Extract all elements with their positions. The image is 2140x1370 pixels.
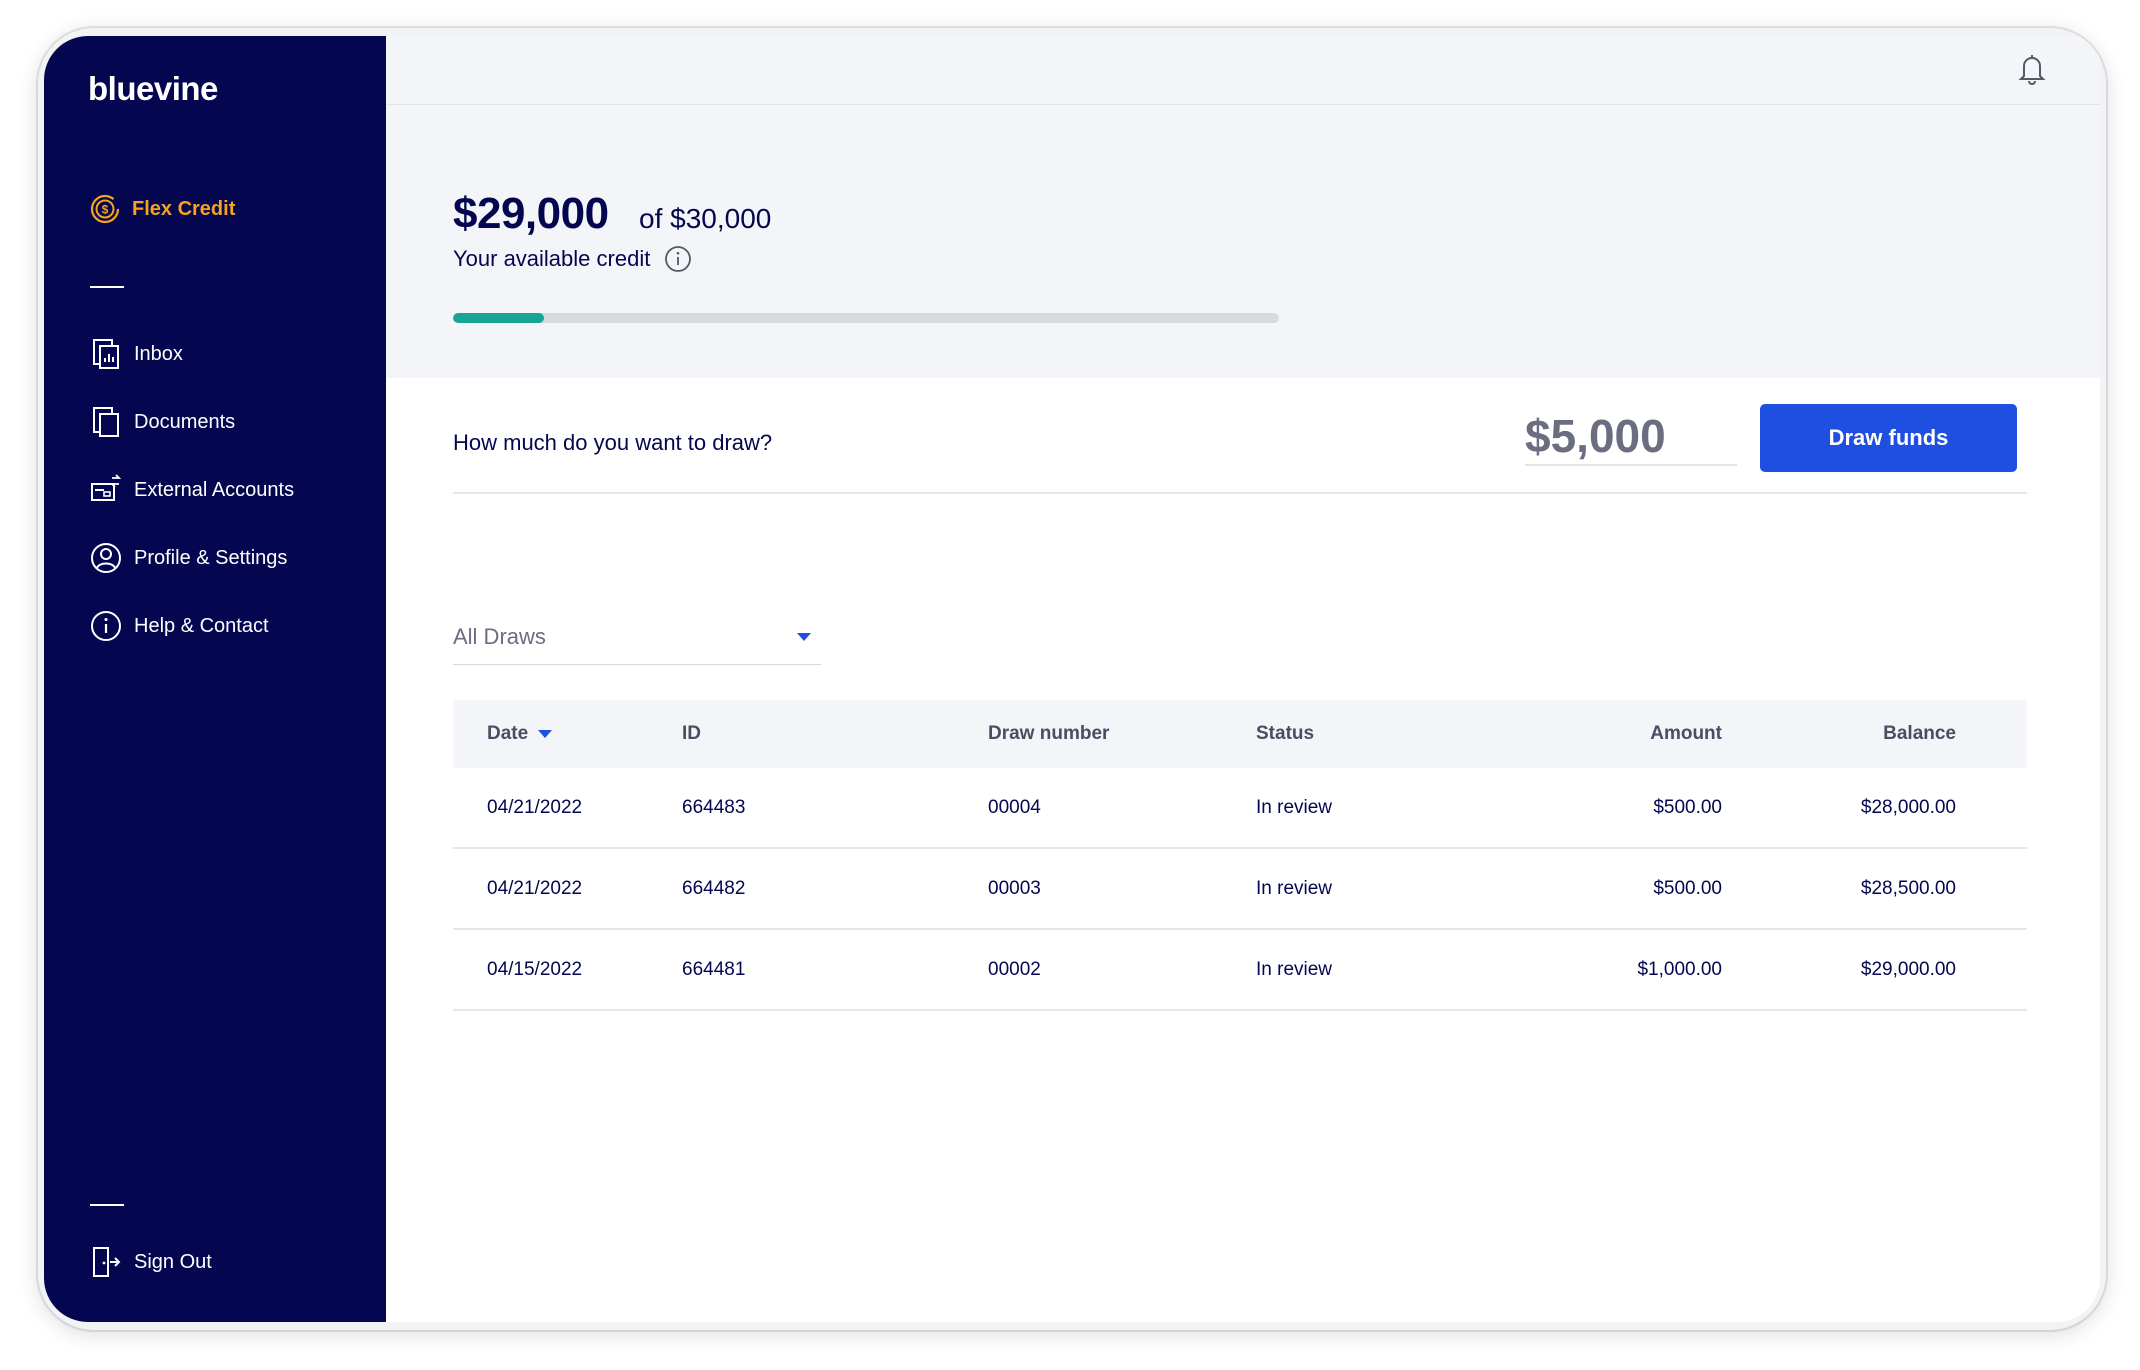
inbox-icon (90, 338, 122, 370)
table-header: Date ID Draw number Status Amount Balanc… (453, 700, 2027, 768)
sidebar-divider (90, 1204, 124, 1206)
bell-icon[interactable] (2016, 52, 2048, 86)
cell-balance: $28,000.00 (1860, 796, 1956, 818)
cell-amount: $500.00 (1653, 877, 1722, 899)
sidebar-item-label: Inbox (134, 342, 183, 365)
draw-question: How much do you want to draw? (453, 430, 773, 455)
draws-filter-value: All Draws (453, 624, 546, 649)
credit-progress-fill (453, 313, 544, 323)
column-header-id: ID (682, 723, 701, 744)
credit-limit-text: of $30,000 (639, 203, 772, 234)
cell-draw-number: 00004 (988, 796, 1041, 818)
info-icon (90, 610, 122, 642)
draw-funds-button[interactable]: Draw funds (1760, 404, 2017, 472)
cell-id: 664483 (682, 796, 746, 818)
sidebar-item-external-accounts[interactable]: External Accounts (90, 474, 294, 506)
sign-out-label: Sign Out (134, 1250, 212, 1273)
column-header-draw-number: Draw number (988, 723, 1110, 744)
sidebar-item-documents[interactable]: Documents (90, 406, 235, 438)
available-credit-label: Your available credit (453, 245, 692, 273)
device-frame: bluevine $ Flex Credit Inbox Documents E… (38, 28, 2106, 1330)
brand-logo[interactable]: bluevine (88, 70, 218, 108)
column-header-status: Status (1256, 723, 1315, 744)
cell-amount: $1,000.00 (1637, 958, 1722, 980)
cell-balance: $28,500.00 (1860, 877, 1956, 899)
documents-icon (90, 406, 122, 438)
sidebar-item-flex-credit[interactable]: $ Flex Credit (88, 192, 235, 226)
top-bar (386, 36, 2100, 105)
cell-amount: $500.00 (1653, 796, 1722, 818)
cell-balance: $29,000.00 (1860, 958, 1956, 980)
sign-out-button[interactable]: Sign Out (90, 1246, 212, 1278)
cell-draw-number: 00002 (988, 958, 1041, 980)
table-row[interactable]: 04/15/2022 664481 00002 In review $1,000… (453, 930, 2027, 1011)
cell-id: 664481 (682, 958, 746, 980)
app-screen: bluevine $ Flex Credit Inbox Documents E… (44, 36, 2100, 1322)
available-credit-label-text: Your available credit (453, 246, 651, 271)
available-credit-amount: $29,000 (453, 189, 609, 238)
cell-id: 664482 (682, 877, 746, 899)
info-icon[interactable] (664, 245, 692, 273)
sidebar-item-label: Documents (134, 410, 236, 433)
sidebar-item-label: External Accounts (134, 478, 295, 501)
sort-desc-icon (538, 730, 553, 738)
sidebar-item-label: Help & Contact (134, 614, 269, 637)
bank-transfer-icon (90, 474, 122, 506)
sign-out-icon (90, 1246, 122, 1278)
sidebar-item-label: Profile & Settings (134, 546, 288, 569)
sidebar-item-inbox[interactable]: Inbox (90, 338, 183, 370)
cell-draw-number: 00003 (988, 877, 1041, 899)
sidebar: bluevine $ Flex Credit Inbox Documents E… (44, 36, 386, 1322)
cell-date: 04/15/2022 (487, 958, 583, 980)
table-row[interactable]: 04/21/2022 664483 00004 In review $500.0… (453, 768, 2027, 849)
sidebar-item-help-contact[interactable]: Help & Contact (90, 610, 269, 642)
table-row[interactable]: 04/21/2022 664482 00003 In review $500.0… (453, 849, 2027, 930)
draw-amount-input[interactable] (1525, 408, 1737, 466)
column-header-balance: Balance (1883, 723, 1956, 744)
draws-table: Date ID Draw number Status Amount Balanc… (453, 700, 2027, 1011)
cell-status: In review (1256, 796, 1333, 818)
credit-progress-bar (453, 313, 1279, 323)
sidebar-item-label: Flex Credit (132, 197, 236, 220)
cell-status: In review (1256, 877, 1333, 899)
user-icon (90, 542, 122, 574)
dollar-refresh-icon: $ (90, 194, 120, 224)
sidebar-item-profile-settings[interactable]: Profile & Settings (90, 542, 287, 574)
column-header-date-label: Date (487, 723, 529, 744)
column-header-date[interactable]: Date (453, 723, 682, 745)
draw-section: How much do you want to draw? Draw funds (453, 388, 2027, 494)
cell-date: 04/21/2022 (487, 877, 583, 899)
credit-summary-panel: $29,000 of $30,000 Your available credit (386, 105, 2100, 378)
cell-date: 04/21/2022 (487, 796, 583, 818)
column-header-amount: Amount (1650, 723, 1722, 744)
chevron-down-icon (797, 633, 811, 641)
sidebar-divider (90, 286, 124, 288)
cell-status: In review (1256, 958, 1333, 980)
draws-filter-dropdown[interactable]: All Draws (453, 610, 821, 665)
main-content: $29,000 of $30,000 Your available credit… (386, 36, 2100, 1322)
svg-text:$: $ (102, 203, 109, 217)
